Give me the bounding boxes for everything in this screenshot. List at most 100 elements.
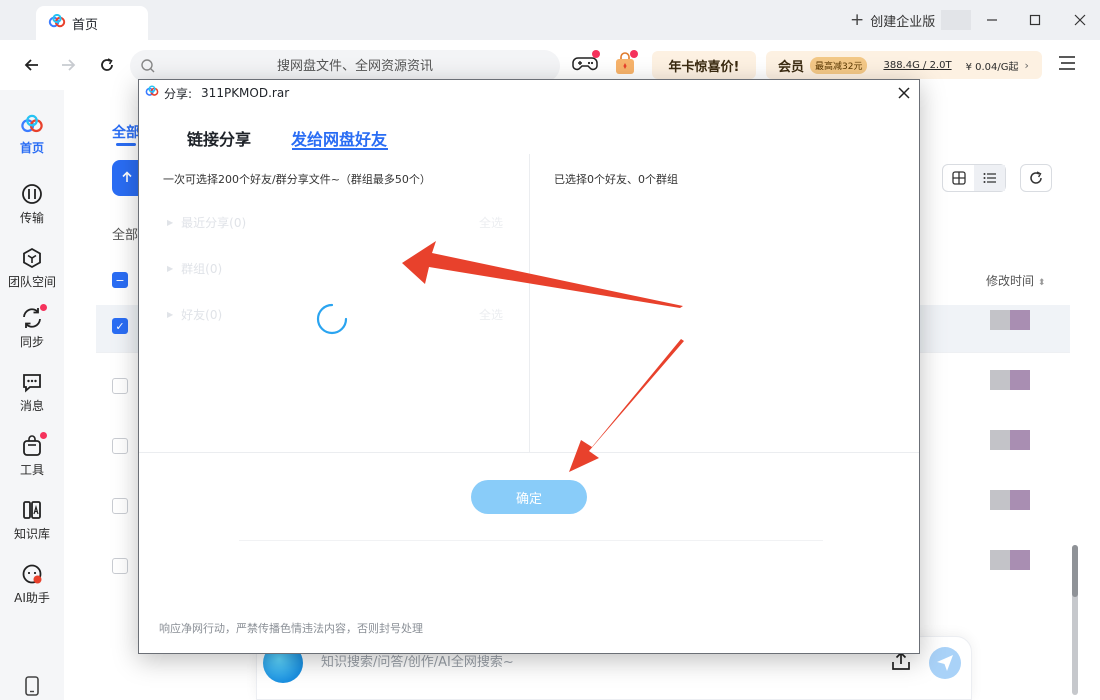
sidebar-label: AI助手 [14, 591, 50, 605]
footer-divider [139, 452, 919, 453]
grid-view-button[interactable] [943, 165, 974, 191]
message-icon [20, 370, 44, 394]
baidu-cloud-logo-icon [145, 85, 159, 101]
group-friends[interactable]: ▶ 好友(0) [167, 306, 222, 323]
sidebar-label: 消息 [19, 399, 44, 413]
view-toggle [942, 164, 1006, 192]
blurred-date [990, 310, 1030, 330]
sidebar-item-knowledge-base[interactable]: 知识库 [0, 498, 64, 542]
gift-bag-button[interactable] [614, 50, 638, 80]
baidu-cloud-logo-icon [20, 112, 44, 136]
confirm-button[interactable]: 确定 [471, 480, 587, 514]
selected-count: 已选择0个好友、0个群组 [554, 173, 678, 186]
active-tab-underline [292, 148, 388, 150]
storage-usage[interactable]: 388.4G / 2.0T [883, 60, 951, 71]
account-avatar[interactable] [941, 10, 971, 30]
group-label: 群组(0) [181, 262, 223, 276]
close-window-button[interactable] [1067, 8, 1093, 32]
minimize-button[interactable] [979, 8, 1005, 32]
refresh-page-button[interactable] [95, 53, 119, 77]
row-checkbox[interactable] [112, 498, 128, 514]
list-icon [983, 173, 996, 183]
dialog-header: 分享: 311PKMOD.rar [139, 80, 919, 106]
mobile-device-icon[interactable] [24, 676, 40, 700]
forward-button[interactable] [56, 53, 80, 77]
caret-right-icon: ▶ [167, 218, 174, 227]
dialog-close-button[interactable] [895, 84, 913, 102]
caret-right-icon: ▶ [167, 310, 174, 319]
select-all-checkbox[interactable]: − [112, 272, 128, 288]
create-enterprise-button[interactable]: + 创建企业版 [850, 10, 936, 31]
back-button[interactable] [20, 53, 44, 77]
arrow-left-icon [24, 59, 38, 71]
main-menu-button[interactable] [1058, 55, 1076, 75]
baidu-cloud-logo-icon [48, 13, 66, 32]
panel-divider [529, 154, 530, 452]
refresh-list-button[interactable] [1020, 164, 1052, 192]
sidebar-item-transfer[interactable]: 传输 [0, 182, 64, 226]
caret-right-icon: ▶ [167, 264, 174, 273]
tab-all-files[interactable]: 全部 [112, 122, 140, 142]
content-policy-note: 响应净网行动，严禁传播色情违法内容，否则封号处理 [159, 622, 423, 635]
sidebar-item-tools[interactable]: 工具 [0, 432, 64, 478]
close-icon [898, 87, 910, 99]
row-checkbox[interactable] [112, 438, 128, 454]
vip-membership-button[interactable]: 会员 最高减32元 388.4G / 2.0T ¥ 0.04/G起 › [766, 51, 1042, 79]
column-header-modify-time[interactable]: 修改时间 ⬍ [986, 272, 1045, 289]
sidebar-item-team-space[interactable]: 团队空间 [0, 246, 64, 290]
ai-upload-button[interactable] [891, 651, 911, 675]
list-view-button[interactable] [974, 165, 1005, 191]
window-titlebar: 首页 + 创建企业版 [0, 0, 1100, 40]
annual-promo-button[interactable]: 年卡惊喜价! [652, 51, 756, 79]
notification-dot [630, 50, 638, 58]
row-checkbox[interactable]: ✓ [112, 318, 128, 334]
game-center-button[interactable] [572, 50, 600, 78]
sidebar-item-sync[interactable]: 同步 [0, 304, 64, 350]
create-enterprise-label: 创建企业版 [870, 15, 936, 30]
group-label: 最近分享(0) [181, 216, 247, 230]
close-icon [1074, 14, 1086, 26]
ai-send-button[interactable] [929, 647, 961, 679]
chevron-right-icon: › [1024, 58, 1029, 72]
search-input[interactable] [160, 50, 550, 82]
plus-icon: + [850, 10, 865, 30]
blurred-date [990, 430, 1030, 450]
sidebar-label: 团队空间 [7, 275, 56, 289]
refresh-icon [101, 58, 113, 71]
sidebar-item-home[interactable]: 首页 [0, 112, 64, 156]
group-recent-share[interactable]: ▶ 最近分享(0) [167, 214, 246, 231]
grid-icon [951, 171, 966, 185]
tab-link-share[interactable]: 链接分享 [187, 126, 251, 150]
separator-line [239, 540, 823, 541]
paper-plane-icon [937, 655, 953, 671]
tab-home[interactable]: 首页 [36, 6, 148, 40]
tab-send-to-friends[interactable]: 发给网盘好友 [291, 126, 387, 150]
select-all-recent[interactable]: 全选 [479, 214, 503, 231]
sidebar-label: 传输 [19, 211, 44, 225]
sidebar-label: 知识库 [13, 527, 50, 541]
vip-label: 会员 [778, 59, 805, 75]
sidebar-label: 首页 [19, 141, 44, 155]
arrow-right-icon [62, 59, 76, 71]
loading-spinner-icon [316, 303, 348, 335]
scrollbar-thumb[interactable] [1072, 545, 1078, 597]
sort-icon: ⬍ [1037, 278, 1046, 288]
sidebar-item-ai-assistant[interactable]: AI助手 [0, 562, 64, 606]
tab-underline [116, 143, 136, 146]
row-checkbox[interactable] [112, 558, 128, 574]
transfer-icon [20, 182, 44, 206]
promo-label: 年卡惊喜价! [668, 59, 740, 75]
breadcrumb-all[interactable]: 全部 [112, 224, 138, 243]
share-dialog: 分享: 311PKMOD.rar 链接分享 发给网盘好友 一次可选择200个好友… [138, 79, 920, 654]
maximize-button[interactable] [1022, 8, 1048, 32]
select-all-friends[interactable]: 全选 [479, 306, 503, 323]
tab-home-label: 首页 [72, 17, 99, 33]
sidebar-item-message[interactable]: 消息 [0, 370, 64, 414]
notification-dot [40, 304, 47, 311]
knowledge-base-icon [20, 498, 44, 522]
group-chat-groups[interactable]: ▶ 群组(0) [167, 260, 222, 277]
row-checkbox[interactable] [112, 378, 128, 394]
vip-discount-badge: 最高减32元 [810, 56, 868, 74]
notification-dot [592, 50, 600, 58]
refresh-icon [1030, 171, 1042, 184]
